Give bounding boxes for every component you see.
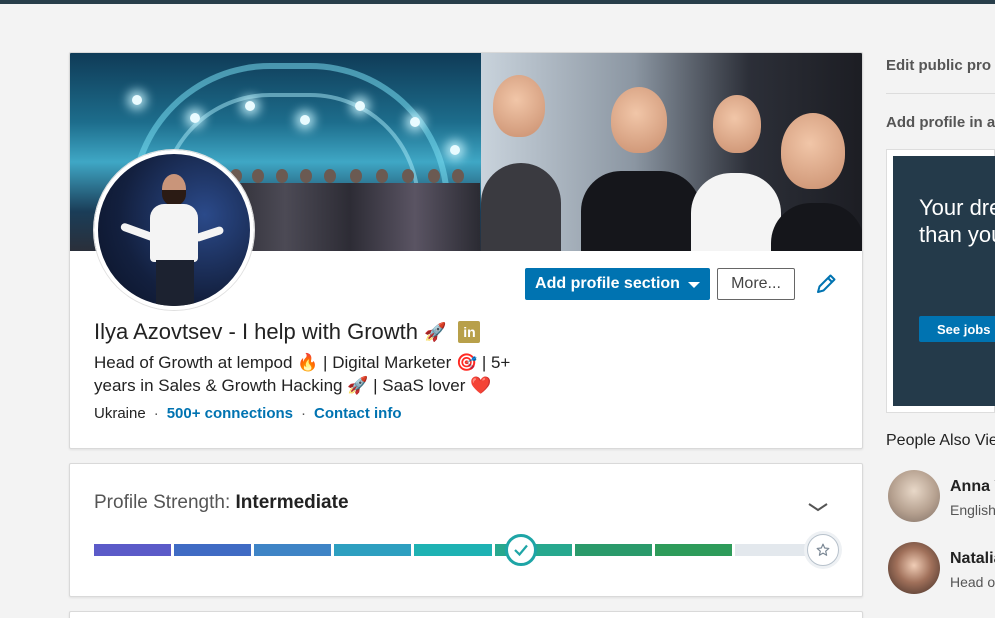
strength-meter-segment (574, 544, 652, 556)
strength-level: Intermediate (235, 492, 349, 513)
people-also-viewed-heading: People Also Vie (886, 432, 995, 449)
add-profile-section-button[interactable]: Add profile section (525, 268, 710, 300)
add-profile-section-label: Add profile section (535, 275, 680, 292)
strength-label-text: Profile Strength: (94, 492, 231, 513)
separator-dot: · (153, 405, 159, 422)
global-nav-bar (0, 0, 995, 4)
connections-link[interactable]: 500+ connections (167, 405, 293, 422)
rail-divider (886, 93, 995, 94)
checkmark-icon (505, 534, 537, 566)
strength-meter-segment (94, 544, 172, 556)
strength-meter-segment (654, 544, 732, 556)
star-icon (807, 534, 839, 566)
profile-name-row: Ilya Azovtsev - I help with Growth 🚀 in (94, 319, 481, 345)
rocket-emoji: 🚀 (424, 321, 447, 342)
add-profile-language-link[interactable]: Add profile in a (886, 114, 995, 131)
profile-photo[interactable] (94, 150, 254, 310)
profile-name: Ilya Azovtsev - I help with Growth (94, 319, 419, 344)
profile-strength-card: Profile Strength: Intermediate (69, 463, 863, 597)
people-also-viewed-item[interactable]: Natalia Head o (886, 542, 995, 598)
avatar (888, 470, 940, 522)
edit-public-profile-link[interactable]: Edit public pro (886, 57, 991, 74)
profile-location: Ukraine (94, 405, 146, 422)
chevron-down-icon[interactable] (807, 500, 829, 514)
person-headline: English (950, 502, 995, 518)
strength-meter-segment (734, 544, 812, 556)
person-name: Natalia (950, 550, 995, 567)
separator-dot: · (301, 405, 306, 422)
job-ad-text: Your dre job is clo than you think (919, 195, 995, 247)
profile-strength-meter (94, 544, 812, 556)
headline-line-2: years in Sales & Growth Hacking 🚀 | SaaS… (94, 376, 492, 395)
strength-meter-segment (254, 544, 332, 556)
person-headline: Head o (950, 574, 995, 590)
strength-meter-segment (334, 544, 412, 556)
more-actions-button[interactable]: More... (717, 268, 795, 300)
headline-line-1: Head of Growth at lempod 🔥 | Digital Mar… (94, 353, 511, 372)
profile-meta-row: Ukraine · 500+ connections · Contact inf… (94, 405, 402, 422)
profile-strength-label: Profile Strength: Intermediate (94, 492, 349, 514)
contact-info-link[interactable]: Contact info (314, 405, 402, 422)
next-section-card (69, 611, 863, 618)
caret-down-icon (687, 281, 700, 288)
job-ad-image: Your dre job is clo than you think See j… (893, 156, 995, 406)
strength-meter-segment (414, 544, 492, 556)
person-name: Anna V (950, 478, 995, 495)
linkedin-badge-icon: in (458, 321, 481, 343)
profile-headline: Head of Growth at lempod 🔥 | Digital Mar… (94, 351, 564, 397)
people-also-viewed-item[interactable]: Anna V English (886, 470, 995, 526)
group-selfie-photo (481, 53, 862, 251)
avatar (888, 542, 940, 594)
see-jobs-button[interactable]: See jobs (919, 316, 995, 342)
profile-top-card: Add profile section More... Ilya Azovtse… (69, 52, 863, 449)
job-ad-banner[interactable]: Your dre job is clo than you think See j… (886, 149, 995, 413)
strength-meter-segment (174, 544, 252, 556)
pencil-edit-icon[interactable] (814, 272, 838, 296)
